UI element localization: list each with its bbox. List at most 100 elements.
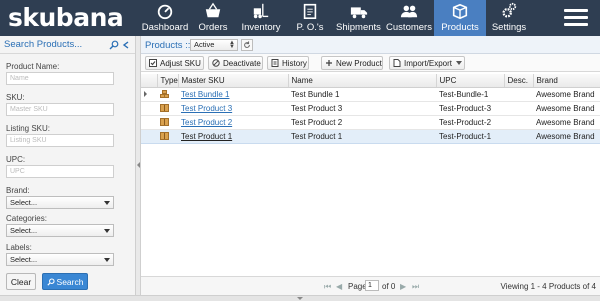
upc-cell: Test-Product-3: [436, 101, 504, 116]
table-row[interactable]: Test Product 3 Test Product 3 Test-Produ…: [141, 101, 600, 116]
prev-page-icon[interactable]: ◀: [336, 282, 342, 291]
brand-cell: Awesome Brand: [533, 101, 600, 116]
upc-cell: Test-Product-2: [436, 115, 504, 130]
deactivate-button[interactable]: Deactivate: [208, 56, 263, 70]
column-header-upc[interactable]: UPC: [436, 74, 505, 88]
collapse-sidebar-icon[interactable]: [121, 40, 131, 50]
master-sku-link[interactable]: Test Product 1: [181, 132, 232, 141]
history-button[interactable]: History: [267, 56, 309, 70]
hamburger-menu-icon[interactable]: [564, 9, 588, 27]
block-icon: [212, 59, 220, 67]
nav-label: Shipments: [336, 22, 381, 33]
brand-cell: Awesome Brand: [533, 115, 600, 130]
type-cell: [157, 101, 178, 116]
first-page-icon[interactable]: ⏮: [324, 282, 331, 292]
table-row-selected[interactable]: Test Product 1 Test Product 1 Test-Produ…: [141, 128, 600, 144]
clear-button[interactable]: Clear: [6, 273, 36, 290]
column-header-brand[interactable]: Brand: [533, 74, 600, 88]
app-logo[interactable]: skubana: [8, 3, 124, 33]
labels-field-group: Labels: Select...: [6, 243, 114, 266]
upc-field-group: UPC: UPC: [6, 155, 114, 178]
column-header-master-sku[interactable]: Master SKU: [178, 74, 289, 88]
labels-select[interactable]: Select...: [6, 253, 114, 266]
file-icon: [393, 59, 401, 67]
brand-select-value: Select...: [10, 198, 38, 207]
brand-field-group: Brand: Select...: [6, 186, 114, 209]
refresh-button[interactable]: [241, 39, 253, 51]
categories-select-value: Select...: [10, 226, 38, 235]
product-name-input[interactable]: Name: [6, 72, 114, 85]
products-table: Type Master SKU Name UPC Desc. Brand Tes…: [141, 74, 600, 144]
nav-label: Settings: [491, 22, 527, 33]
nav-label: Customers: [386, 22, 432, 33]
column-header-type[interactable]: Type: [157, 74, 179, 88]
page-count: of 0: [382, 282, 396, 291]
master-sku-link[interactable]: Test Product 3: [181, 104, 232, 113]
nav-customers[interactable]: Customers: [384, 0, 434, 36]
column-header-name[interactable]: Name: [288, 74, 437, 88]
brand-label: Brand:: [6, 186, 30, 195]
sidebar-title: Search Products...: [4, 39, 83, 50]
dashboard-icon: [157, 4, 173, 20]
nav-inventory[interactable]: Inventory: [235, 0, 287, 36]
column-header-expander: [141, 74, 158, 88]
pagination-bar: ⏮ ◀ Page 1 of 0 ▶ ⏭ Viewing 1 - 4 Produc…: [141, 276, 600, 295]
table-row[interactable]: Test Bundle 1 Test Bundle 1 Test-Bundle-…: [141, 87, 600, 102]
product-box-icon: [160, 118, 169, 127]
brand-select[interactable]: Select...: [6, 196, 114, 209]
upc-cell: Test-Product-1: [436, 128, 504, 144]
page-title: Products ::: [145, 40, 191, 51]
document-icon: [271, 59, 279, 67]
product-name-label: Product Name:: [6, 62, 60, 71]
plus-icon: [326, 60, 332, 66]
last-page-icon[interactable]: ⏭: [412, 282, 419, 292]
search-button[interactable]: Search: [42, 273, 88, 290]
sku-input[interactable]: Master SKU: [6, 103, 114, 116]
status-filter-select[interactable]: Active ▲ ▼: [190, 39, 238, 51]
next-page-icon[interactable]: ▶: [400, 282, 406, 291]
desc-cell: [504, 87, 533, 102]
listing-sku-input[interactable]: Listing SKU: [6, 134, 114, 147]
row-expander[interactable]: [141, 87, 157, 102]
master-sku-cell: Test Product 1: [178, 128, 288, 144]
adjust-sku-button[interactable]: Adjust SKU: [145, 56, 204, 70]
type-cell: [157, 87, 178, 102]
sku-field-group: SKU: Master SKU: [6, 93, 114, 116]
new-product-label: New Product: [336, 58, 382, 68]
expand-arrow-icon[interactable]: [144, 91, 147, 98]
master-sku-cell: Test Product 3: [178, 101, 288, 116]
nav-settings[interactable]: Settings: [486, 0, 532, 36]
row-expander: [141, 101, 157, 116]
collapse-arrow-icon[interactable]: [137, 162, 140, 168]
users-icon: [400, 5, 418, 18]
nav-shipments[interactable]: Shipments: [333, 0, 384, 36]
new-product-button[interactable]: New Product: [321, 56, 383, 70]
master-sku-link[interactable]: Test Product 2: [181, 118, 232, 127]
nav-label: Products: [441, 22, 479, 33]
master-sku-cell: Test Product 2: [178, 115, 288, 130]
viewing-count: Viewing 1 - 4 Products of 4: [500, 282, 596, 291]
page-label: Page: [348, 282, 367, 291]
nav-pos[interactable]: P. O.'s: [287, 0, 333, 36]
clipboard-icon: [303, 3, 317, 20]
master-sku-link[interactable]: Test Bundle 1: [181, 90, 229, 99]
collapse-arrow-icon[interactable]: [297, 297, 303, 300]
search-icon: [46, 277, 55, 286]
deactivate-label: Deactivate: [223, 58, 261, 68]
product-box-icon: [160, 132, 169, 141]
adjust-sku-label: Adjust SKU: [160, 58, 201, 68]
advanced-search-icon[interactable]: [109, 40, 119, 50]
nav-orders[interactable]: Orders: [191, 0, 235, 36]
nav-label: Inventory: [241, 22, 281, 33]
nav-products[interactable]: Products: [434, 0, 486, 36]
bottom-splitter[interactable]: [0, 295, 600, 301]
upc-input[interactable]: UPC: [6, 165, 114, 178]
categories-select[interactable]: Select...: [6, 224, 114, 237]
page-number-input[interactable]: 1: [365, 280, 379, 291]
nav-dashboard[interactable]: Dashboard: [139, 0, 191, 36]
table-row[interactable]: Test Product 2 Test Product 2 Test-Produ…: [141, 115, 600, 130]
column-header-desc[interactable]: Desc.: [504, 74, 534, 88]
name-cell: Test Product 3: [288, 101, 436, 116]
import-export-button[interactable]: Import/Export: [389, 56, 465, 70]
checkbox-icon: [149, 59, 157, 67]
